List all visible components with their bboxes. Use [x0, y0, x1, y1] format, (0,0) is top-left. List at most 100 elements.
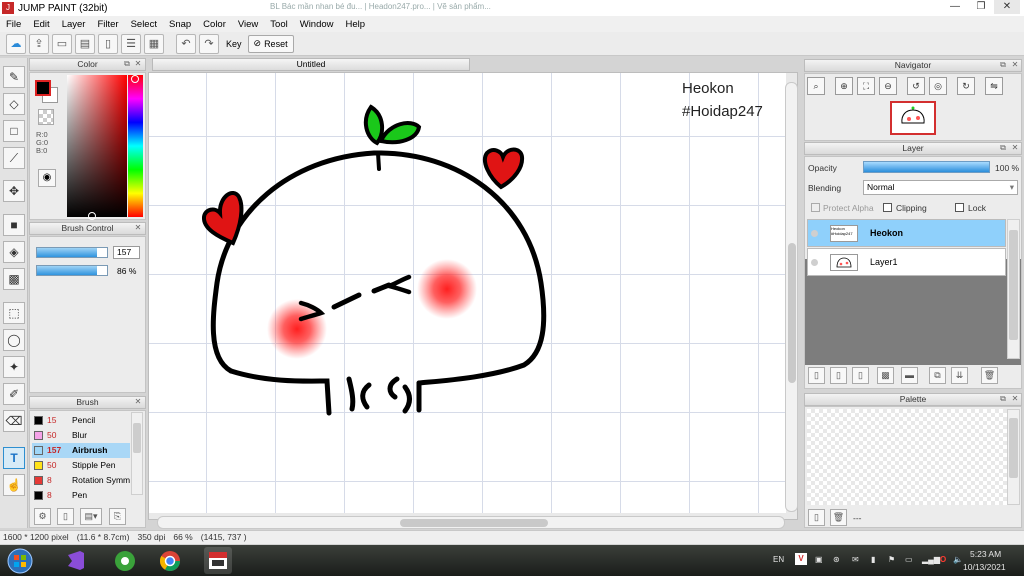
hue-slider[interactable] — [128, 75, 143, 217]
canvas-tab[interactable]: Untitled — [152, 58, 470, 71]
zoom-icon[interactable]: ⌕ — [807, 77, 825, 95]
brush-item-pen[interactable]: 8 Pen — [32, 488, 130, 503]
tray-display-icon[interactable]: ▭ — [905, 555, 913, 564]
close-icon[interactable]: ✕ — [1010, 143, 1020, 153]
menu-snap[interactable]: Snap — [163, 19, 197, 30]
palette-scrollbar[interactable] — [1007, 409, 1020, 505]
unikey-icon[interactable]: V — [795, 553, 807, 565]
text-tool-icon[interactable]: T — [3, 447, 25, 469]
detach-icon[interactable]: ⧉ — [998, 394, 1008, 404]
visibility-icon[interactable] — [811, 259, 818, 266]
bucket-tool-icon[interactable]: ◈ — [3, 241, 25, 263]
detach-icon[interactable]: ⧉ — [998, 60, 1008, 70]
saturation-value-picker[interactable] — [67, 75, 127, 220]
select-eraser-icon[interactable]: ⌫ — [3, 410, 25, 432]
menu-window[interactable]: Window — [294, 19, 340, 30]
brush-item-airbrush[interactable]: 157 Airbrush — [32, 443, 130, 458]
brush-tool-icon[interactable]: ✎ — [3, 66, 25, 88]
new-layer-icon[interactable]: ▯ — [808, 367, 825, 384]
brush-item-blur[interactable]: 50 Blur — [32, 428, 130, 443]
new-palette-icon[interactable]: ▯ — [808, 509, 825, 526]
blending-select[interactable]: Normal ▾ — [863, 180, 1018, 195]
brush-size-slider[interactable] — [36, 247, 108, 258]
gradient-tool-icon[interactable]: ▩ — [3, 268, 25, 290]
new-layer-8bit-icon[interactable]: ▯ — [830, 367, 847, 384]
coccoc-browser-icon[interactable] — [111, 547, 139, 574]
close-icon[interactable]: ✕ — [133, 223, 143, 233]
message-icon[interactable]: ▤ — [75, 33, 95, 54]
close-icon[interactable]: ✕ — [133, 397, 143, 407]
menu-help[interactable]: Help — [340, 19, 372, 30]
brush-item-pencil[interactable]: 15 Pencil — [32, 413, 130, 428]
minimize-button[interactable]: — — [942, 0, 968, 14]
delete-palette-icon[interactable]: 🗑 — [830, 509, 847, 526]
brush-item-rotation-symm[interactable]: 8 Rotation Symm — [32, 473, 130, 488]
close-icon[interactable]: ✕ — [133, 59, 143, 69]
zoom-in-icon[interactable]: ⊕ — [835, 77, 853, 95]
clock-time[interactable]: 5:23 AM — [970, 549, 1001, 559]
start-button[interactable] — [2, 547, 38, 574]
menu-filter[interactable]: Filter — [91, 19, 124, 30]
clipping-checkbox[interactable] — [883, 203, 892, 212]
brush-import-icon[interactable]: ⎘ — [109, 508, 126, 525]
new-tone-layer-icon[interactable]: ▩ — [877, 367, 894, 384]
visibility-icon[interactable] — [811, 230, 818, 237]
opera-icon[interactable]: O — [940, 555, 946, 564]
layer-scroll-thumb[interactable] — [1009, 230, 1018, 340]
visual-studio-icon[interactable] — [62, 547, 90, 574]
tray-recorder-icon[interactable]: ⊛ — [833, 555, 840, 564]
tray-apps-icon[interactable]: ▣ — [815, 555, 823, 564]
menu-color[interactable]: Color — [197, 19, 232, 30]
chrome-icon[interactable] — [156, 547, 184, 574]
jump-paint-taskbar-icon[interactable] — [204, 547, 232, 574]
rect-tool-icon[interactable]: □ — [3, 120, 25, 142]
zoom-out-icon[interactable]: ⊖ — [879, 77, 897, 95]
layer-row-heokon[interactable]: Heokon #Hoidap247 Heokon — [807, 219, 1006, 247]
hue-cursor[interactable] — [131, 75, 139, 83]
battery-icon[interactable]: ▮ — [871, 555, 875, 564]
brush-opacity-slider[interactable] — [36, 265, 108, 276]
grid-check-icon[interactable]: ▦ — [144, 33, 164, 54]
layer-list-scrollbar[interactable] — [1007, 219, 1020, 359]
rotate-right-icon[interactable]: ↻ — [957, 77, 975, 95]
reset-button[interactable]: ⊘ Reset — [247, 34, 294, 53]
palette-scroll-thumb[interactable] — [1009, 418, 1018, 478]
clock-date[interactable]: 10/13/2021 — [963, 562, 1006, 572]
menu-layer[interactable]: Layer — [56, 19, 92, 30]
line-tool-icon[interactable]: ⟋ — [3, 147, 25, 169]
fill-rect-tool-icon[interactable]: ■ — [3, 214, 25, 236]
detach-icon[interactable]: ⧉ — [998, 143, 1008, 153]
duplicate-layer-icon[interactable]: ⧉ — [929, 367, 946, 384]
rotate-reset-icon[interactable]: ◎ — [929, 77, 947, 95]
brush-item-stipple-pen[interactable]: 50 Stipple Pen — [32, 458, 130, 473]
layer-opacity-slider[interactable] — [863, 161, 990, 173]
eraser-tool-icon[interactable]: ◇ — [3, 93, 25, 115]
comment-icon[interactable]: ▭ — [52, 33, 72, 54]
brush-list-scrollbar[interactable] — [131, 412, 143, 495]
layer-row-layer1[interactable]: Layer1 — [807, 248, 1006, 276]
menu-tool[interactable]: Tool — [264, 19, 293, 30]
flip-icon[interactable]: ⇋ — [985, 77, 1003, 95]
foreground-color-swatch[interactable] — [35, 80, 51, 96]
rotate-left-icon[interactable]: ↺ — [907, 77, 925, 95]
navigator-thumbnail[interactable] — [890, 101, 936, 135]
menu-edit[interactable]: Edit — [27, 19, 55, 30]
merge-layer-icon[interactable]: ⇊ — [951, 367, 968, 384]
lock-checkbox[interactable] — [955, 203, 964, 212]
horizontal-scroll-thumb[interactable] — [400, 519, 548, 527]
canvas-horizontal-scrollbar[interactable] — [157, 516, 785, 529]
brush-size-input[interactable]: 157 — [113, 246, 140, 259]
tray-chat-icon[interactable]: ✉ — [852, 555, 859, 564]
magic-wand-icon[interactable]: ✦ — [3, 356, 25, 378]
lasso-tool-icon[interactable]: ◯ — [3, 329, 25, 351]
canvas-vertical-scrollbar[interactable] — [785, 82, 798, 512]
move-tool-icon[interactable]: ✥ — [3, 180, 25, 202]
maximize-button[interactable]: ❐ — [968, 0, 994, 14]
delete-layer-icon[interactable]: 🗑 — [981, 367, 998, 384]
new-folder-icon[interactable]: ▬ — [901, 367, 918, 384]
transparent-color-swatch[interactable] — [38, 109, 54, 125]
cloud-icon[interactable]: ☁ — [6, 33, 26, 54]
input-language[interactable]: EN — [773, 555, 784, 564]
select-rect-tool-icon[interactable]: ⬚ — [3, 302, 25, 324]
palette-swatch-grid[interactable] — [807, 409, 1019, 505]
